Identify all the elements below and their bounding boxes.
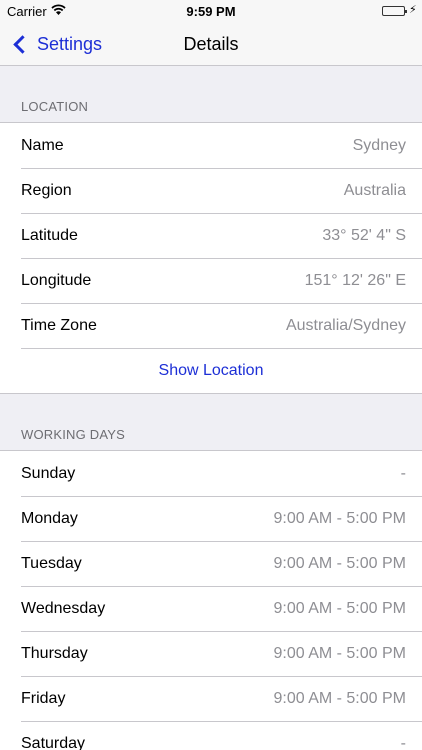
row-label: Time Zone [21, 316, 97, 334]
row-value: 33° 52' 4" S [322, 226, 406, 244]
show-location-button[interactable]: Show Location [0, 348, 422, 393]
location-row-region: Region Australia [21, 168, 422, 213]
chevron-left-icon [13, 34, 32, 54]
location-row-longitude: Longitude 151° 12' 26" E [21, 258, 422, 303]
row-label: Latitude [21, 226, 78, 244]
row-label: Tuesday [21, 554, 82, 572]
row-value: 9:00 AM - 5:00 PM [273, 509, 406, 527]
working-day-row-thursday: Thursday 9:00 AM - 5:00 PM [21, 631, 422, 676]
row-value: Australia/Sydney [285, 316, 406, 334]
row-value: - [400, 464, 406, 482]
location-row-name: Name Sydney [21, 123, 422, 168]
section-header-working-days: WORKING DAYS [21, 427, 126, 442]
working-day-row-saturday: Saturday - [21, 721, 422, 750]
status-time: 9:59 PM [186, 4, 236, 19]
row-value: 151° 12' 26" E [304, 271, 406, 289]
row-label: Thursday [21, 644, 88, 662]
section-header-location: LOCATION [21, 99, 89, 114]
working-day-row-monday: Monday 9:00 AM - 5:00 PM [21, 496, 422, 541]
details-table: LOCATION Name Sydney Region Australia La… [0, 66, 422, 750]
show-location-label: Show Location [158, 361, 264, 379]
row-value: 9:00 AM - 5:00 PM [273, 689, 406, 707]
row-value: 9:00 AM - 5:00 PM [273, 599, 406, 617]
navigation-bar: Details Settings [0, 22, 422, 66]
row-value: 9:00 AM - 5:00 PM [273, 554, 406, 572]
row-label: Saturday [21, 734, 86, 750]
working-day-row-wednesday: Wednesday 9:00 AM - 5:00 PM [21, 586, 422, 631]
row-label: Wednesday [21, 599, 106, 617]
back-button[interactable]: Settings [10, 22, 102, 66]
working-days-group: Sunday - Monday 9:00 AM - 5:00 PM Tuesda… [0, 450, 422, 750]
location-row-latitude: Latitude 33° 52' 4" S [21, 213, 422, 258]
location-group: Name Sydney Region Australia Latitude 33… [0, 122, 422, 394]
row-label: Monday [21, 509, 78, 527]
working-day-row-friday: Friday 9:00 AM - 5:00 PM [21, 676, 422, 721]
status-bar: Carrier 9:59 PM ⚡ [0, 0, 422, 22]
row-label: Friday [21, 689, 66, 707]
row-value: 9:00 AM - 5:00 PM [273, 644, 406, 662]
back-button-label: Settings [37, 33, 103, 54]
row-label: Sunday [21, 464, 76, 482]
charging-bolt-icon: ⚡ [409, 4, 417, 16]
row-value: - [400, 734, 406, 750]
row-label: Longitude [21, 271, 92, 289]
location-row-time-zone: Time Zone Australia/Sydney [21, 303, 422, 348]
row-value: Sydney [352, 136, 406, 154]
row-label: Region [21, 181, 72, 199]
working-day-row-sunday: Sunday - [21, 451, 422, 496]
battery-icon [382, 6, 407, 16]
row-value: Australia [343, 181, 406, 199]
row-label: Name [21, 136, 64, 154]
working-day-row-tuesday: Tuesday 9:00 AM - 5:00 PM [21, 541, 422, 586]
